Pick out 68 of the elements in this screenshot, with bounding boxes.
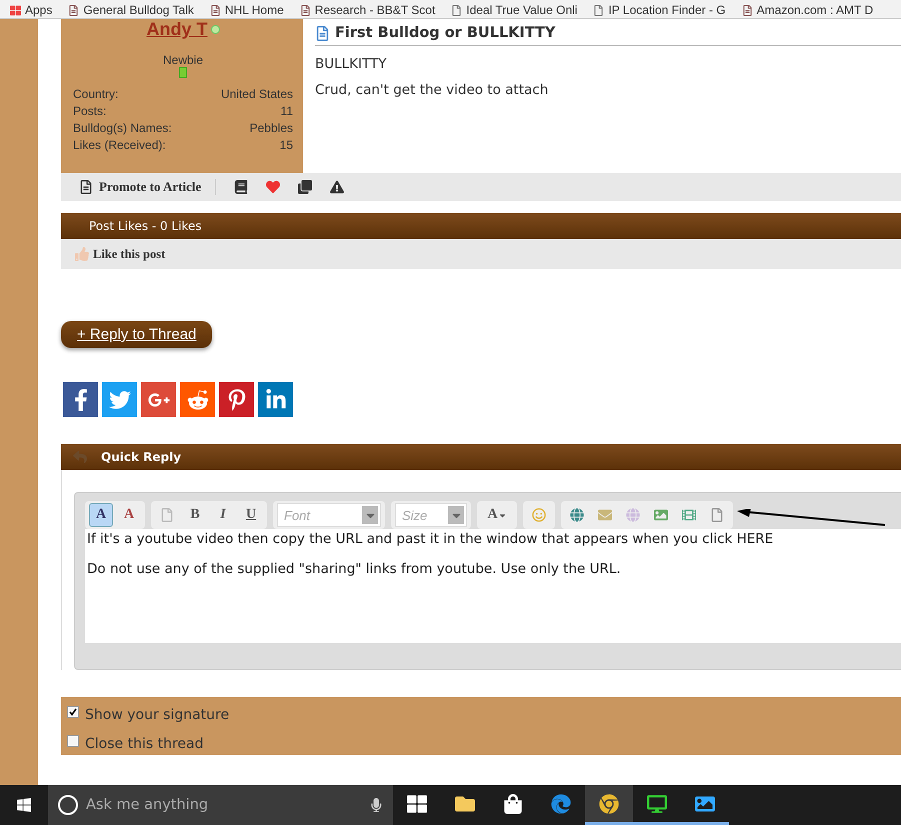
linkedin-share-button[interactable] [258,382,293,417]
option-label: Close this thread [85,736,204,752]
bookmark[interactable]: Ideal True Value Onli [451,4,578,16]
document-icon [79,180,93,194]
promote-link[interactable]: Promote to Article [79,179,216,195]
stat-value: Pebbles [250,120,293,137]
text-mode-button[interactable]: A [117,503,141,527]
bookmark[interactable]: Amazon.com : AMT D [742,4,874,16]
reddit-logo-icon [186,388,208,410]
photoshop-icon [695,794,715,814]
microphone-icon[interactable] [368,798,383,812]
facebook-share-button[interactable] [63,382,98,417]
reply-button[interactable]: + Reply to Thread [61,321,212,348]
bookmark[interactable]: IP Location Finder - G [593,4,726,16]
stat-label: Country: [73,86,118,103]
message-editor[interactable]: If it's a youtube video then copy the URL and past it in the window that appears when you click HERE Do not use any of the supplied "sharing" links from youtube. Use only the URL. [85,529,901,643]
heart-icon[interactable] [266,180,280,194]
page-icon [593,5,604,16]
folder-icon [455,794,475,814]
checkbox[interactable] [67,706,79,718]
monitor-icon [647,794,667,814]
quick-reply-title: Quick Reply [101,450,182,464]
warning-icon[interactable] [330,180,344,194]
stat-value: 15 [280,137,293,154]
google-plus-share-button[interactable] [141,382,176,417]
stat-value: United States [220,86,293,103]
page-icon [68,5,80,16]
user-rank: Newbie [162,53,204,67]
likes-header: Post Likes - 0 Likes [61,213,901,239]
post-text: BULLKITTY [315,56,388,72]
bookmark[interactable]: General Bulldog Talk [68,4,194,16]
post-text: Crud, can't get the video to attach [315,82,550,98]
thumbs-up-icon [75,247,89,261]
post-title: First Bulldog or BULLKITTY [335,25,556,41]
stat-label: Bulldog(s) Names: [73,120,172,137]
page-icon [451,5,462,16]
search-field[interactable]: Ask me anything [48,785,393,825]
grid-icon [10,5,21,16]
page-icon [742,5,753,16]
italic-button[interactable]: I [211,503,235,527]
reply-arrow-icon [73,450,87,464]
twitter-share-button[interactable] [102,382,137,417]
stat-value: 11 [280,103,293,120]
like-link[interactable]: Like this post [75,246,166,262]
stat-label: Posts: [73,103,106,120]
text-mode-button[interactable]: A [89,503,113,527]
bold-button[interactable]: B [183,503,207,527]
linkedin-logo-icon [264,388,286,410]
reddit-share-button[interactable] [180,382,215,417]
twitter-logo-icon [108,388,130,410]
checkbox[interactable] [67,734,79,746]
chrome-taskbar-button[interactable] [585,785,633,825]
bookmark[interactable]: NHL Home [210,4,284,16]
store-icon [503,794,523,814]
chrome-icon [599,794,619,814]
document-icon [315,26,330,40]
bookmark[interactable]: Research - BB&T Scot [300,4,436,16]
underline-button[interactable]: U [239,503,263,527]
rank-bar-icon [179,67,187,78]
edge-icon [551,794,571,814]
windows-logo-icon [16,797,32,813]
pinterest-share-button[interactable] [219,382,254,417]
task-view-icon [407,794,427,814]
bookmark[interactable]: Apps [10,4,52,16]
option-label: Show your signature [85,706,230,722]
page-icon [210,5,221,16]
stat-label: Likes (Received): [73,137,166,154]
page-icon [300,5,311,16]
